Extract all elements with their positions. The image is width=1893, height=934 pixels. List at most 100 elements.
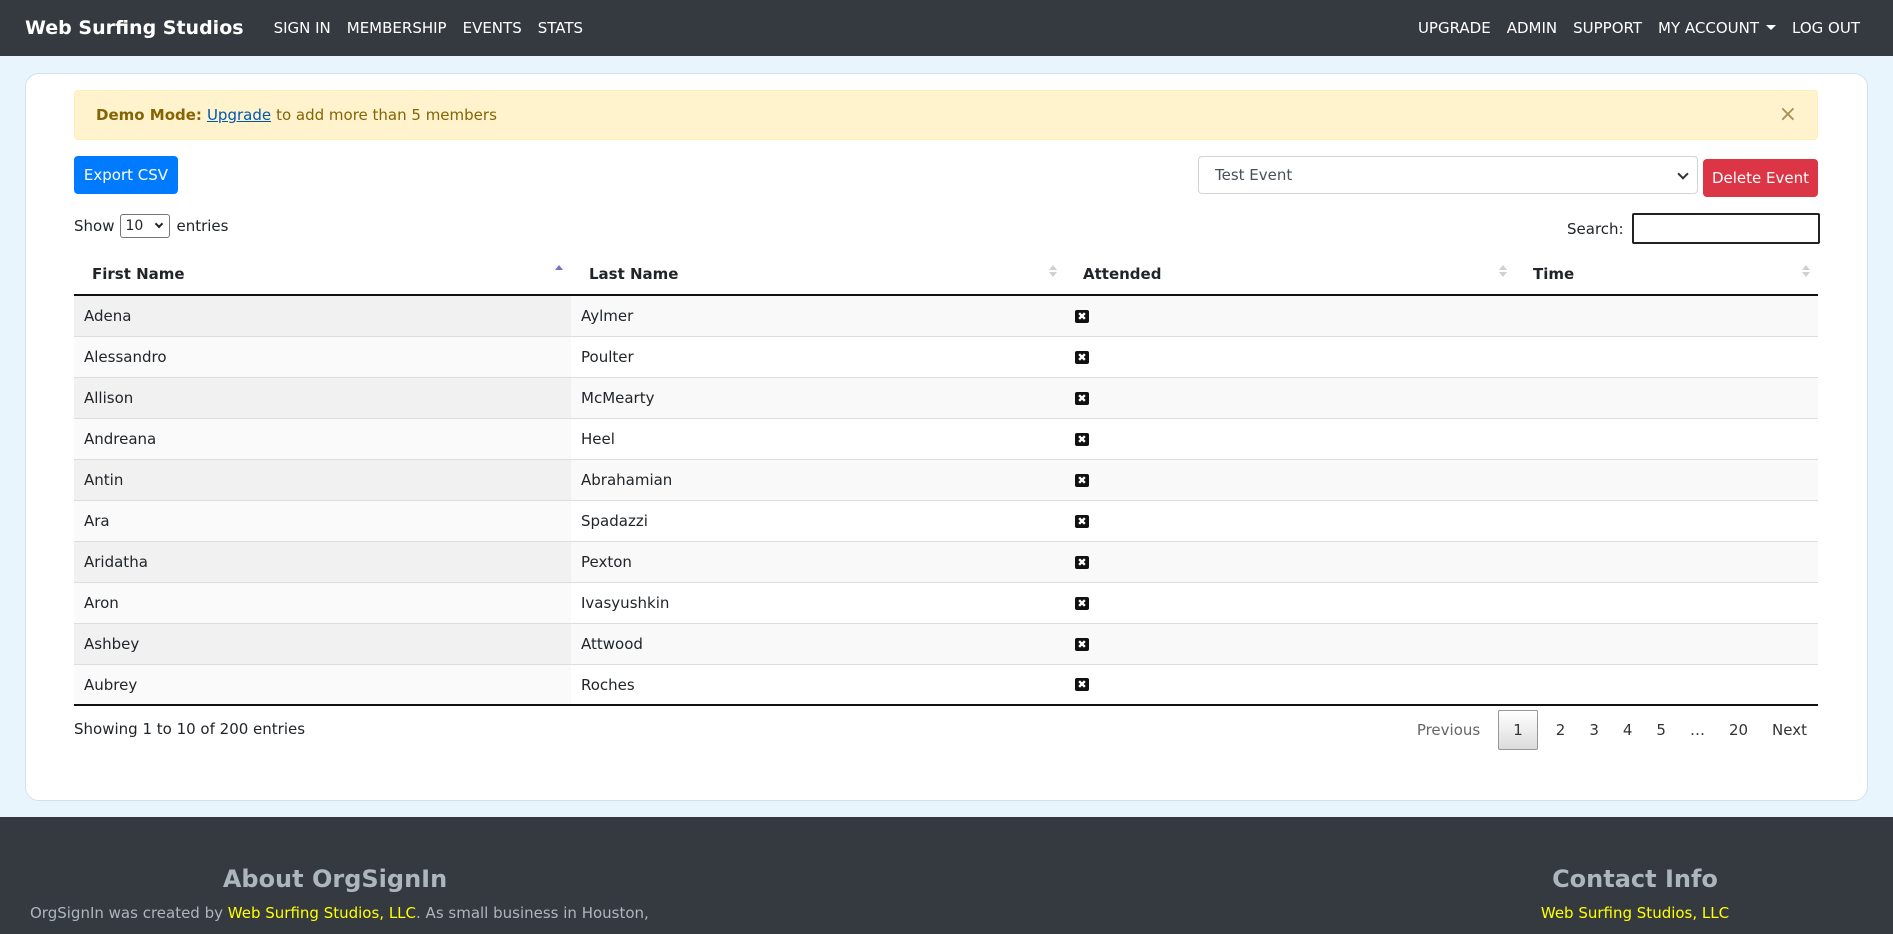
not-attended-icon[interactable]: ✖: [1075, 678, 1089, 691]
column-header-last-name[interactable]: Last Name: [571, 254, 1065, 294]
last-name-cell: Poulter: [581, 348, 634, 366]
last-name-cell: Attwood: [581, 635, 643, 653]
not-attended-icon[interactable]: ✖: [1075, 309, 1089, 323]
nav-log-out[interactable]: LOG OUT: [1792, 19, 1860, 37]
table-row: Antin Abrahamian ✖: [74, 460, 1818, 501]
table-row: Aubrey Roches ✖: [74, 665, 1818, 706]
first-name-cell: Alessandro: [74, 337, 571, 377]
export-csv-button[interactable]: Export CSV: [74, 156, 178, 194]
search-label: Search:: [1567, 219, 1624, 238]
time-cell: [1515, 337, 1818, 377]
nav-membership[interactable]: MEMBERSHIP: [347, 19, 447, 37]
table-row: Aridatha Pexton ✖: [74, 542, 1818, 583]
attendance-table: First Name Last Name Attended Time Adena…: [74, 254, 1818, 706]
not-attended-icon[interactable]: ✖: [1075, 637, 1089, 651]
pagination-previous[interactable]: Previous: [1405, 710, 1492, 750]
first-name-cell: Antin: [74, 460, 571, 500]
entries-label: entries: [176, 217, 229, 235]
first-name-cell: Andreana: [74, 419, 571, 459]
sort-icon: [1049, 265, 1057, 277]
column-header-time[interactable]: Time: [1515, 254, 1818, 294]
column-header-first-name[interactable]: First Name: [74, 254, 571, 294]
close-icon[interactable]: ×: [1779, 104, 1797, 126]
nav-sign-in[interactable]: SIGN IN: [274, 19, 331, 37]
attended-cell: ✖: [1065, 337, 1515, 377]
nav-left: SIGN IN MEMBERSHIP EVENTS STATS: [266, 19, 591, 37]
pagination-next[interactable]: Next: [1760, 710, 1819, 750]
not-attended-icon[interactable]: ✖: [1075, 350, 1089, 364]
last-name-cell: Ivasyushkin: [581, 594, 670, 612]
not-attended-icon[interactable]: ✖: [1075, 596, 1089, 610]
sort-asc-icon: [555, 265, 563, 270]
chevron-down-icon: [1677, 168, 1689, 180]
not-attended-icon[interactable]: ✖: [1075, 514, 1089, 528]
table-row: Aron Ivasyushkin ✖: [74, 583, 1818, 624]
alert-text: to add more than 5 members: [276, 106, 497, 124]
attended-cell: ✖: [1065, 460, 1515, 500]
entries-length-select[interactable]: 10: [120, 214, 171, 238]
pagination-page[interactable]: 5: [1644, 710, 1678, 750]
search-input[interactable]: [1631, 213, 1820, 244]
footer-contact-link[interactable]: Web Surfing Studios, LLC: [1541, 904, 1729, 922]
pagination-page[interactable]: 4: [1611, 710, 1645, 750]
nav-admin[interactable]: ADMIN: [1507, 19, 1557, 37]
time-cell: [1515, 542, 1818, 582]
table-row: Adena Aylmer ✖: [74, 296, 1818, 337]
first-name-cell: Ashbey: [74, 624, 571, 664]
first-name-cell: Adena: [74, 296, 571, 336]
sort-icon: [1499, 265, 1507, 277]
time-cell: [1515, 419, 1818, 459]
table-row: Alessandro Poulter ✖: [74, 337, 1818, 378]
not-attended-icon[interactable]: ✖: [1075, 432, 1089, 446]
nav-events[interactable]: EVENTS: [463, 19, 522, 37]
show-label: Show: [74, 217, 115, 235]
table-row: Ashbey Attwood ✖: [74, 624, 1818, 665]
pagination: Previous 1 2 3 4 5 … 20 Next: [1405, 710, 1819, 750]
time-cell: [1515, 583, 1818, 623]
last-name-cell: Aylmer: [581, 307, 634, 325]
pagination-page[interactable]: 3: [1577, 710, 1611, 750]
nav-right: UPGRADE ADMIN SUPPORT MY ACCOUNT LOG OUT: [1410, 19, 1868, 37]
pagination-page-current[interactable]: 1: [1498, 710, 1538, 750]
sort-icon: [1802, 265, 1810, 277]
pagination-page[interactable]: 2: [1544, 710, 1578, 750]
footer-contact-title: Contact Info: [1552, 865, 1718, 893]
time-cell: [1515, 624, 1818, 664]
attended-cell: ✖: [1065, 419, 1515, 459]
brand-logo[interactable]: Web Surfing Studios: [25, 17, 244, 39]
last-name-cell: Heel: [581, 430, 615, 448]
footer-about-suffix: . As small business in Houston,: [416, 904, 649, 922]
attended-cell: ✖: [1065, 378, 1515, 418]
table-body: Adena Aylmer ✖ Alessandro Poulter ✖ Alli…: [74, 296, 1818, 706]
time-cell: [1515, 460, 1818, 500]
main-card: Demo Mode: Upgrade to add more than 5 me…: [25, 73, 1868, 801]
column-header-attended[interactable]: Attended: [1065, 254, 1515, 294]
first-name-cell: Allison: [74, 378, 571, 418]
pagination-page[interactable]: 20: [1717, 710, 1760, 750]
last-name-cell: Pexton: [581, 553, 632, 571]
attended-cell: ✖: [1065, 624, 1515, 664]
not-attended-icon[interactable]: ✖: [1075, 555, 1089, 569]
not-attended-icon[interactable]: ✖: [1075, 473, 1089, 487]
event-select[interactable]: Test Event: [1198, 156, 1698, 194]
footer-contact-text: Web Surfing Studios, LLC: [1490, 901, 1780, 925]
first-name-cell: Aubrey: [74, 665, 571, 704]
nav-upgrade[interactable]: UPGRADE: [1418, 19, 1491, 37]
not-attended-icon[interactable]: ✖: [1075, 391, 1089, 405]
upgrade-link[interactable]: Upgrade: [207, 106, 271, 124]
nav-my-account-label: MY ACCOUNT: [1658, 19, 1760, 37]
attended-cell: ✖: [1065, 501, 1515, 541]
alert-title: Demo Mode:: [96, 106, 202, 124]
nav-stats[interactable]: STATS: [538, 19, 583, 37]
delete-event-button[interactable]: Delete Event: [1703, 159, 1818, 197]
column-header-label: Attended: [1083, 265, 1162, 283]
last-name-cell: McMearty: [581, 389, 655, 407]
last-name-cell: Roches: [581, 675, 635, 694]
entries-length-value: 10: [125, 218, 144, 234]
attended-cell: ✖: [1065, 665, 1515, 704]
table-row: Allison McMearty ✖: [74, 378, 1818, 419]
nav-my-account-dropdown[interactable]: MY ACCOUNT: [1658, 19, 1777, 37]
footer-company-link[interactable]: Web Surfing Studios, LLC: [228, 904, 416, 922]
table-header: First Name Last Name Attended Time: [74, 254, 1818, 296]
nav-support[interactable]: SUPPORT: [1573, 19, 1642, 37]
